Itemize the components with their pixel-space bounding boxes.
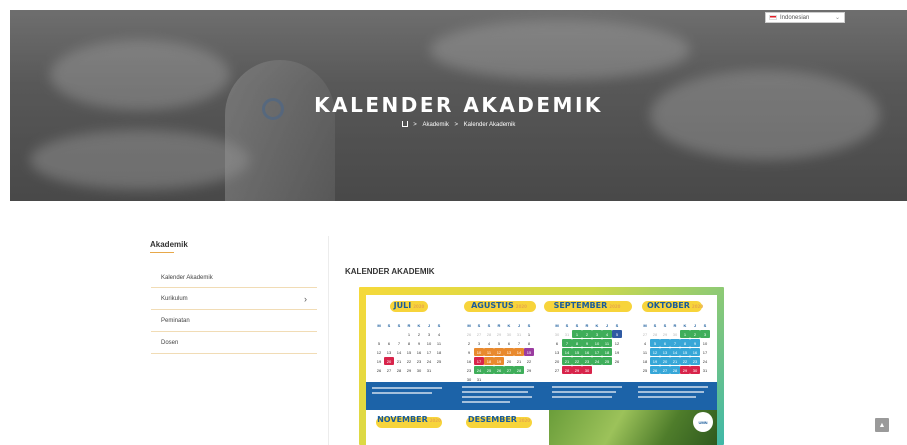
left-margin <box>0 0 10 445</box>
month-title: AGUSTUS 2020 <box>471 301 527 310</box>
legend-entry <box>372 392 432 394</box>
month-october: OKTOBER 2020 MSSRKJS 27 28 29 30 1 2 3 4 5 6 7 8 9 10… <box>632 295 718 380</box>
hero-banner: KALENDER AKADEMIK > Akademik > Kalender … <box>10 10 907 201</box>
sidebar-item-kurikulum[interactable]: Kurikulum › <box>151 290 317 307</box>
legend-entry <box>462 401 510 403</box>
calendar-panel: JULI 2020 MSSRKJS 1234 5 6 7 8 9 10 11 12 13 14 15… <box>366 295 717 445</box>
sidebar-divider <box>151 353 317 354</box>
breadcrumb: > Akademik > Kalender Akademik <box>10 120 907 128</box>
home-icon[interactable] <box>401 121 408 127</box>
sidebar-divider <box>151 287 317 288</box>
month-july: JULI 2020 MSSRKJS 1234 5 6 7 8 9 10 11 12 13 14 15… <box>366 295 452 380</box>
month-december-title: DESEMBER 2020 <box>467 415 531 424</box>
sidebar-item-label: Peminatan <box>161 317 190 324</box>
legend-entry <box>552 396 612 398</box>
month-grid: MSSRKJS 27 28 29 30 1 2 3 4 5 6 7 8 9 10 11 12 13 14 15 1… <box>640 321 710 374</box>
breadcrumb-separator: > <box>454 122 458 128</box>
month-title: OKTOBER 2020 <box>646 301 704 310</box>
legend-entry <box>638 391 704 393</box>
legend-entry <box>462 386 534 388</box>
sidebar-title: Akademik <box>150 240 188 249</box>
sidebar-item-dosen[interactable]: Dosen <box>151 334 317 351</box>
chevron-right-icon[interactable]: › <box>304 294 307 304</box>
campus-photo: UMN <box>549 410 717 445</box>
breadcrumb-parent[interactable]: Akademik <box>422 122 448 128</box>
language-selected: Indonesian <box>780 14 810 21</box>
legend-entry <box>462 396 532 398</box>
sidebar-item-label: Kalender Akademik <box>161 274 213 281</box>
academic-calendar-image: JULI 2020 MSSRKJS 1234 5 6 7 8 9 10 11 12 13 14 15… <box>359 287 724 445</box>
legend-entry <box>552 386 622 388</box>
legend-entry <box>462 391 528 393</box>
legend-entry <box>372 387 442 389</box>
indonesia-flag-icon <box>769 15 777 20</box>
content-heading: KALENDER AKADEMIK <box>345 267 435 276</box>
sidebar-item-peminatan[interactable]: Peminatan <box>151 312 317 329</box>
sidebar-item-label: Dosen <box>161 339 179 346</box>
month-grid: MSSRKJS 1234 5 6 7 8 9 10 11 12 13 14 15 16 17 18 19… <box>376 322 442 373</box>
month-title: SEPTEMBER 2020 <box>553 301 621 310</box>
sidebar-title-underline <box>150 252 174 253</box>
language-select[interactable]: Indonesian ⌄ <box>765 12 845 23</box>
month-september: SEPTEMBER 2020 MSSRKJS 30 31 1 2 3 4 5 6 7 8 9 10 11… <box>544 295 632 380</box>
scroll-to-top-button[interactable]: ▲ <box>875 418 889 432</box>
sidebar-item-kalender-akademik[interactable]: Kalender Akademik <box>151 269 317 286</box>
month-august: AGUSTUS 2020 MSSRKJS 26 27 28 29 30 31 1 234567… <box>456 295 542 383</box>
chevron-down-icon: ⌄ <box>834 15 840 21</box>
sidebar-divider <box>151 331 317 332</box>
legend-entry <box>552 391 616 393</box>
breadcrumb-separator: > <box>413 122 417 128</box>
content-divider <box>328 236 329 445</box>
month-title: JULI 2020 <box>393 301 425 310</box>
sidebar-item-label: Kurikulum <box>161 295 188 302</box>
page: KALENDER AKADEMIK > Akademik > Kalender … <box>0 0 907 445</box>
month-november-title: NOVEMBER 2020 <box>377 415 441 424</box>
month-grid: MSSRKJS 30 31 1 2 3 4 5 6 7 8 9 10 11 12 13 14 15 16 17 1… <box>552 321 622 374</box>
calendar-legend <box>366 382 717 410</box>
chevron-up-icon: ▲ <box>878 421 886 429</box>
legend-entry <box>638 386 708 388</box>
breadcrumb-current: Kalender Akademik <box>463 122 516 128</box>
month-grid: MSSRKJS 26 27 28 29 30 31 1 2345678 9 10 11 12 13 1… <box>464 321 534 383</box>
page-title: KALENDER AKADEMIK <box>314 93 603 117</box>
umn-logo: UMN <box>693 412 713 432</box>
sidebar-divider <box>151 309 317 310</box>
legend-entry <box>638 396 696 398</box>
